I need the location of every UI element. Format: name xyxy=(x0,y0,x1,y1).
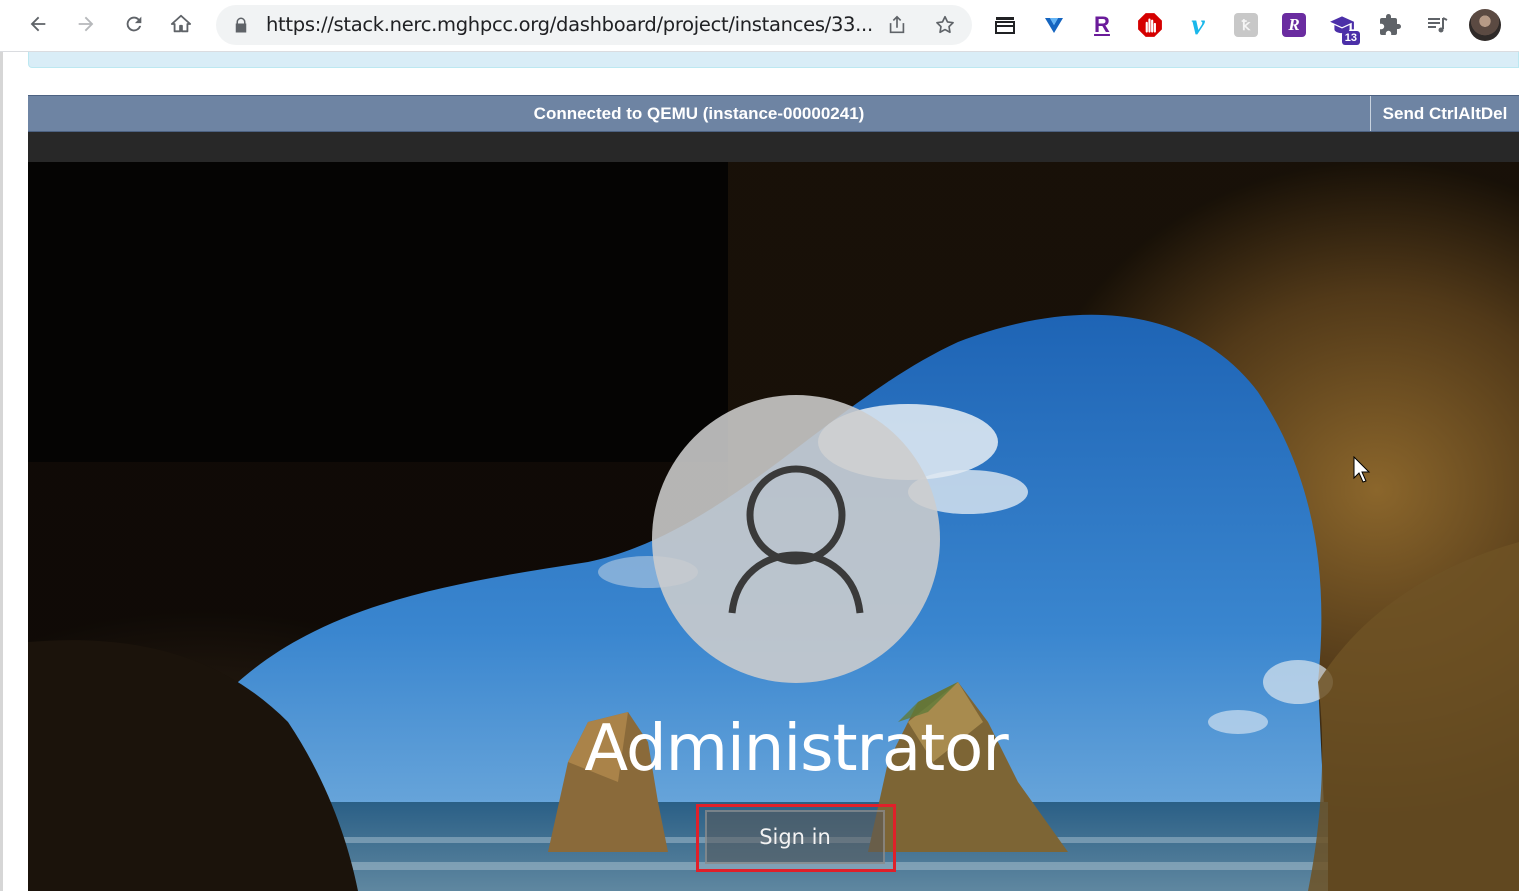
forward-icon xyxy=(78,16,94,32)
username-label: Administrator xyxy=(584,712,1008,786)
browser-toolbar: https://stack.nerc.mghpcc.org/dashboard/… xyxy=(0,0,1519,52)
sign-in-highlight xyxy=(696,804,896,872)
extension-grey-icon[interactable]: ꝁ xyxy=(1232,11,1260,39)
forward-button[interactable] xyxy=(68,6,104,42)
address-bar[interactable]: https://stack.nerc.mghpcc.org/dashboard/… xyxy=(216,5,972,45)
extension-v-blue-icon[interactable] xyxy=(1040,11,1068,39)
reload-icon xyxy=(126,16,142,32)
user-silhouette-icon xyxy=(728,465,864,614)
page-left-edge xyxy=(0,52,3,891)
graduation-cap-icon[interactable]: 13 xyxy=(1328,11,1360,45)
extension-r-script-icon[interactable]: R xyxy=(1280,11,1308,39)
reading-list-icon[interactable] xyxy=(991,11,1019,39)
back-button[interactable] xyxy=(20,6,56,42)
vimeo-icon[interactable]: v xyxy=(1184,10,1212,40)
profile-avatar[interactable] xyxy=(1469,9,1501,41)
extension-badge: 13 xyxy=(1341,31,1360,45)
extension-r-purple-icon[interactable]: R xyxy=(1088,11,1116,39)
home-icon xyxy=(170,14,192,33)
lock-icon[interactable] xyxy=(232,16,250,34)
info-banner xyxy=(28,52,1519,68)
media-queue-icon[interactable] xyxy=(1423,11,1451,39)
vnc-connection-status: Connected to QEMU (instance-00000241) xyxy=(533,104,865,123)
bookmark-star-icon[interactable] xyxy=(934,14,956,36)
send-ctrl-alt-del-button[interactable]: Send CtrlAltDel xyxy=(1370,96,1519,131)
home-button[interactable] xyxy=(163,6,199,42)
mouse-cursor-icon xyxy=(1353,456,1371,483)
user-avatar xyxy=(652,395,940,683)
puzzle-icon[interactable] xyxy=(1376,11,1404,39)
reload-button[interactable] xyxy=(116,6,152,42)
back-icon xyxy=(30,16,46,32)
vnc-dark-bar xyxy=(28,132,1519,162)
remote-desktop-screen[interactable]: Administrator Sign in xyxy=(28,162,1519,891)
share-icon[interactable] xyxy=(886,14,908,36)
url-text[interactable]: https://stack.nerc.mghpcc.org/dashboard/… xyxy=(266,5,886,45)
vnc-status-bar: Connected to QEMU (instance-00000241) Se… xyxy=(28,95,1519,132)
extension-stop-hand-icon[interactable] xyxy=(1136,11,1164,39)
